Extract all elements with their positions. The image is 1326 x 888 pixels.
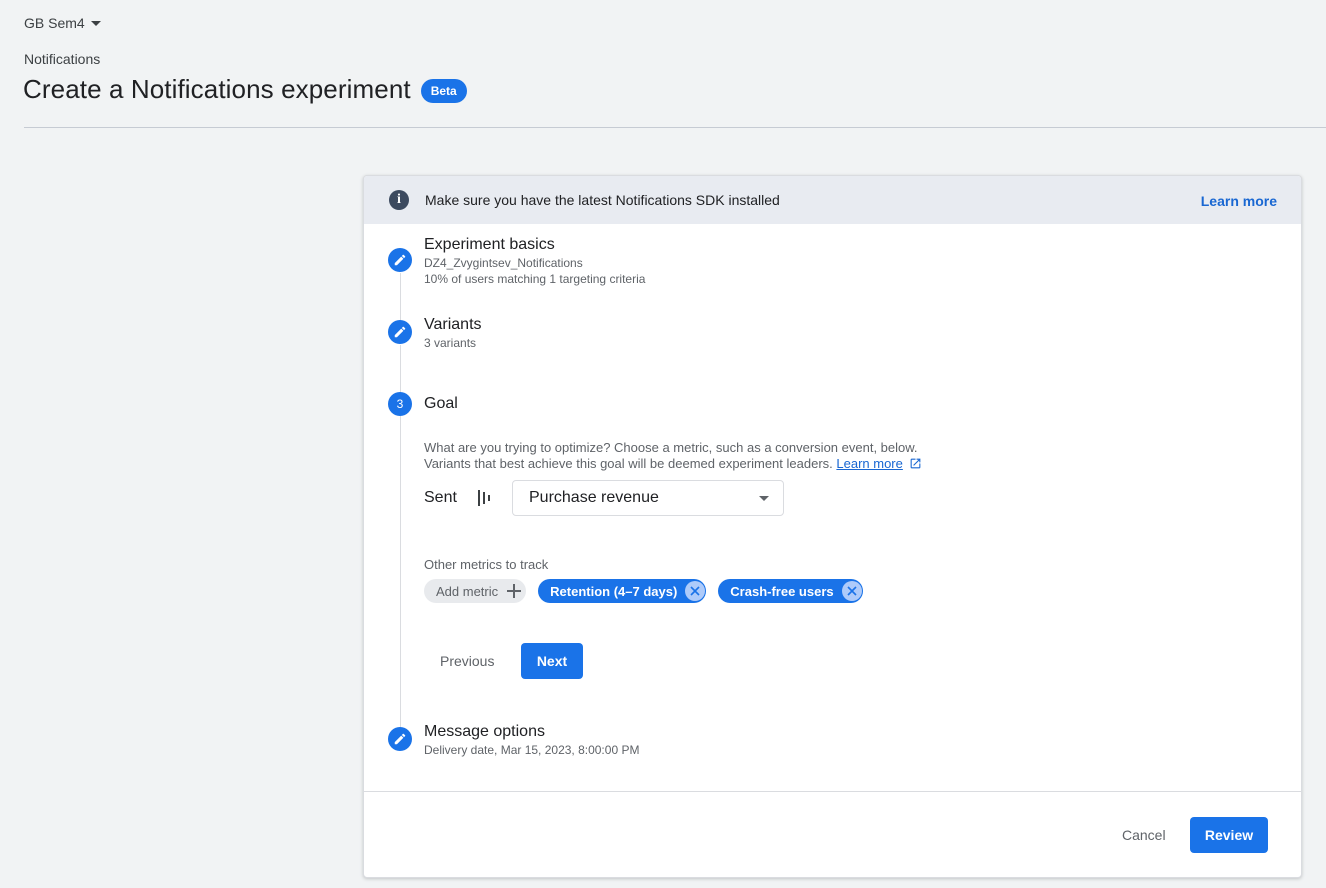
add-metric-label: Add metric <box>436 583 499 599</box>
step-connector <box>400 273 401 321</box>
experiment-card: i Make sure you have the latest Notifica… <box>363 175 1302 878</box>
goal-metric-value: Purchase revenue <box>529 489 659 506</box>
info-icon: i <box>389 190 409 210</box>
remove-chip-icon[interactable] <box>685 581 706 601</box>
project-selector[interactable]: GB Sem4 <box>24 15 101 31</box>
project-name: GB Sem4 <box>24 15 85 31</box>
banner-learn-more-link[interactable]: Learn more <box>1201 193 1277 209</box>
step-title-experiment-basics: Experiment basics <box>424 236 555 253</box>
metric-chip: Retention (4–7 days) <box>538 579 707 603</box>
metric-chip: Crash-free users <box>718 579 863 603</box>
step-connector <box>400 345 401 393</box>
drag-handle-icon[interactable] <box>477 489 493 507</box>
previous-button[interactable]: Previous <box>426 643 508 679</box>
step-title-variants: Variants <box>424 316 482 333</box>
next-button[interactable]: Next <box>521 643 583 679</box>
metric-chip-label: Retention (4–7 days) <box>550 583 678 599</box>
sdk-banner: i Make sure you have the latest Notifica… <box>364 176 1301 224</box>
edit-icon[interactable] <box>388 727 412 751</box>
plus-icon <box>506 583 522 599</box>
step-subtitle: DZ4_Zvygintsev_Notifications <box>424 256 583 270</box>
step-connector <box>400 416 401 727</box>
other-metrics-label: Other metrics to track <box>424 557 549 572</box>
goal-description: What are you trying to optimize? Choose … <box>424 440 922 472</box>
step-title-message-options: Message options <box>424 723 545 740</box>
step-number-badge: 3 <box>388 392 412 416</box>
cancel-button[interactable]: Cancel <box>1108 817 1180 853</box>
dropdown-arrow-icon <box>759 495 769 501</box>
metric-chips: Add metric Retention (4–7 days) Crash-fr… <box>424 579 863 603</box>
edit-icon[interactable] <box>388 320 412 344</box>
goal-metric-select[interactable]: Purchase revenue <box>512 480 784 516</box>
goal-learn-more-link[interactable]: Learn more <box>836 456 902 471</box>
step-subtitle: 3 variants <box>424 336 477 350</box>
step-subtitle: Delivery date, Mar 15, 2023, 8:00:00 PM <box>424 743 640 757</box>
title-row: Create a Notifications experiment Beta <box>23 74 467 105</box>
beta-badge: Beta <box>420 78 467 103</box>
review-button[interactable]: Review <box>1190 817 1268 853</box>
edit-icon[interactable] <box>388 248 412 272</box>
metric-chip-label: Crash-free users <box>730 583 834 599</box>
external-link-icon <box>910 458 920 469</box>
remove-chip-icon[interactable] <box>841 581 862 601</box>
sent-label: Sent <box>424 489 457 506</box>
breadcrumb[interactable]: Notifications <box>24 51 100 67</box>
banner-text: Make sure you have the latest Notificati… <box>425 192 780 208</box>
goal-description-line-2: Variants that best achieve this goal wil… <box>424 456 922 472</box>
chevron-down-icon <box>90 21 101 26</box>
goal-description-line: What are you trying to optimize? Choose … <box>424 440 918 455</box>
page-title: Create a Notifications experiment <box>23 74 411 104</box>
footer-divider <box>364 791 1301 792</box>
goal-description-text: Variants that best achieve this goal wil… <box>424 456 833 471</box>
header-divider <box>24 127 1326 128</box>
add-metric-button[interactable]: Add metric <box>424 579 527 603</box>
step-title-goal: Goal <box>424 395 458 412</box>
step-subtitle: 10% of users matching 1 targeting criter… <box>424 272 646 286</box>
